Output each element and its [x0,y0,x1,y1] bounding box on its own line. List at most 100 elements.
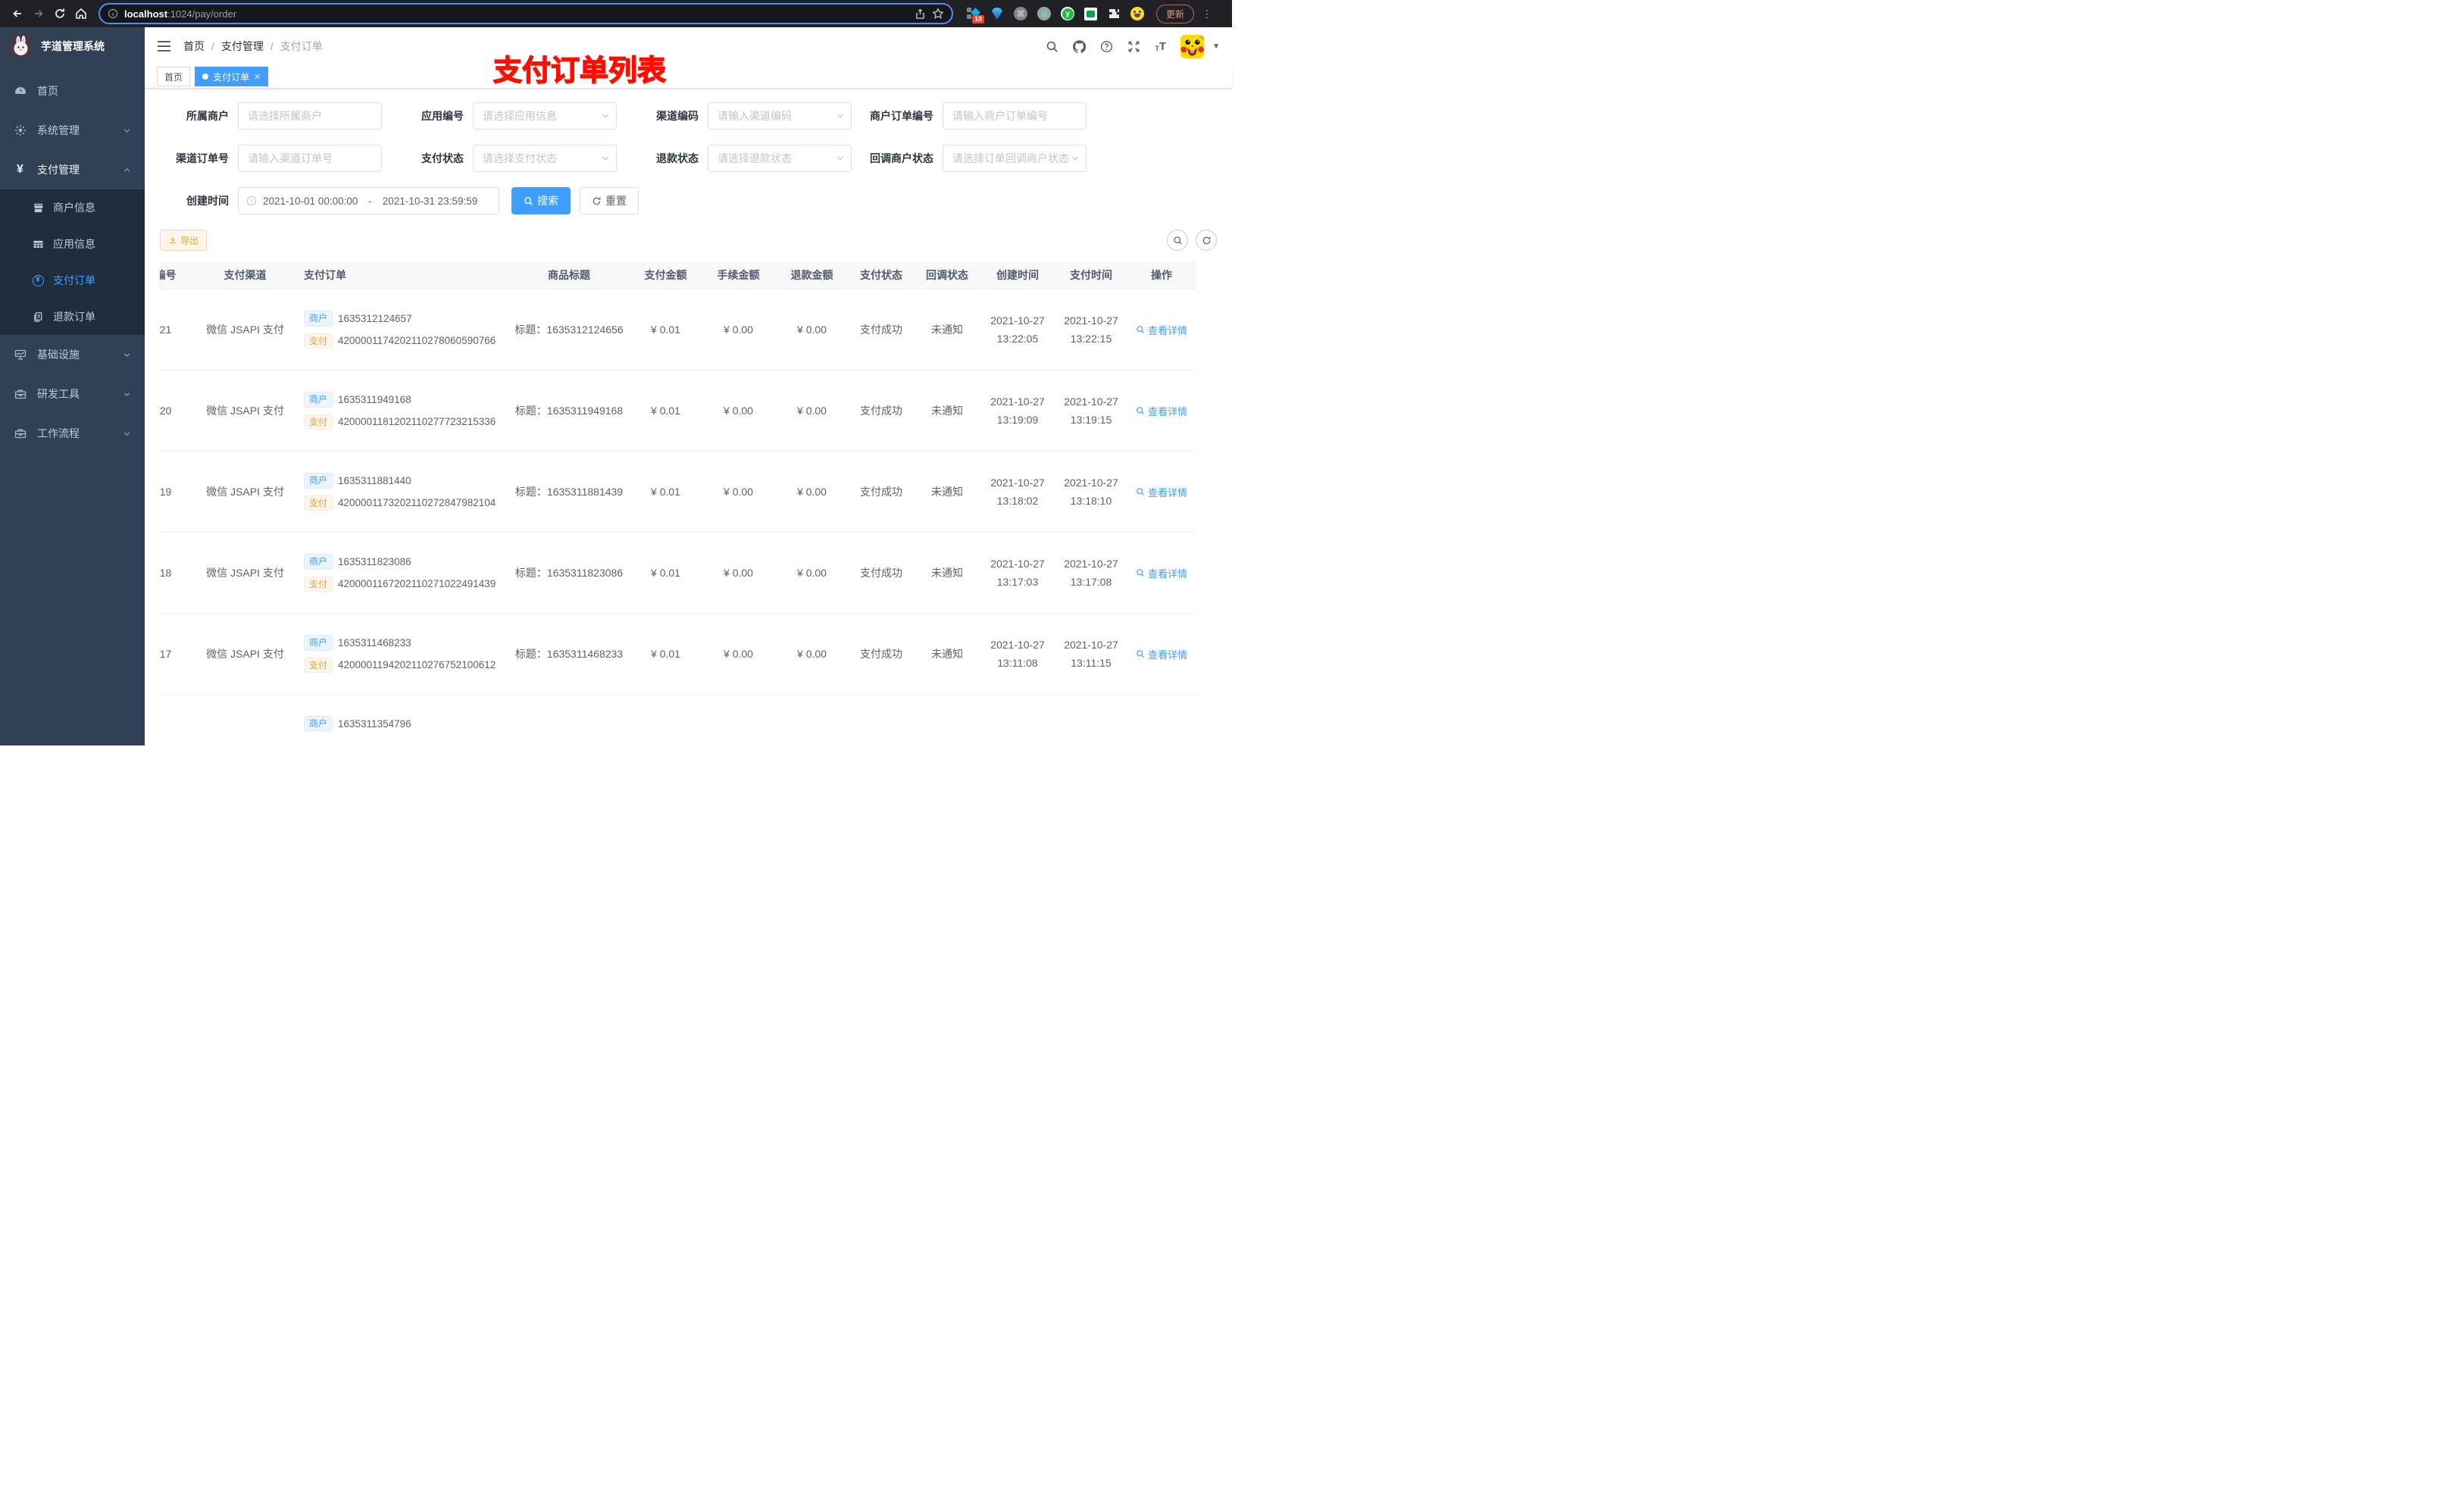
app-select-input[interactable] [473,102,617,130]
url-text[interactable]: localhost:1024/pay/order [124,8,908,20]
filter-app-no: 应用编号 [395,102,630,130]
github-icon[interactable] [1073,39,1087,53]
notify-status-select[interactable] [943,145,1087,172]
profile-emoji-icon[interactable] [1130,7,1144,20]
sidebar-item-dev-tools[interactable]: 研发工具 [0,374,145,414]
notify-status: 未通知 [931,405,963,417]
notify-status: 未通知 [931,648,963,660]
y-extension-icon[interactable]: y [1061,7,1074,20]
pay-status: 支付成功 [860,405,902,417]
command-extension-icon[interactable]: ⌘ [1014,7,1027,20]
app-logo-row[interactable]: 芋道管理系统 [0,27,145,65]
sidebar-collapse-icon[interactable] [157,40,171,52]
tab-groups-extension-icon[interactable]: 10 [967,7,984,23]
sidebar-item-infrastructure[interactable]: 基础设施 [0,335,145,374]
user-avatar[interactable] [1180,34,1205,58]
date-range-picker[interactable]: 2021-10-01 00:00:00 - 2021-10-31 23:59:5… [238,187,499,214]
search-icon [1173,236,1182,245]
merchant-select-input[interactable] [238,102,382,130]
table-row: 21 微信 JSAPI 支付 商户 1635312124657 支付 42000… [160,289,1196,370]
view-detail-link[interactable]: 查看详情 [1136,485,1187,499]
merchant-order-no: 1635311468233 [338,636,411,649]
search-icon [1137,326,1144,333]
channel-pay-no: 4200001173202110272847982104 [338,497,496,509]
view-detail-link[interactable]: 查看详情 [1136,566,1187,580]
browser-home-button[interactable] [71,4,91,23]
clock-icon [246,195,257,206]
sidebar-item-merchant-info[interactable]: 商户信息 [0,189,145,226]
tab-pay-order[interactable]: 支付订单 ✕ [195,67,269,86]
filter-row-1: 所属商户 应用编号 渠道编码 商户订单编号 [160,102,1217,130]
channel-code-input[interactable] [708,102,852,130]
sidebar-item-app-info[interactable]: 应用信息 [0,226,145,262]
pay-order-cell: 商户 1635311881440 支付 42000011732021102728… [296,466,508,517]
view-detail-link[interactable]: 查看详情 [1136,647,1187,661]
search-button[interactable]: 搜索 [511,187,571,214]
status-dot-extension-icon[interactable] [1037,7,1051,20]
pay-amount: ¥ 0.01 [651,324,680,336]
notify-status: 未通知 [931,486,963,498]
browser-menu-icon[interactable]: ⋮ [1202,8,1212,20]
chevron-down-icon [124,431,130,436]
refund-amount: ¥ 0.00 [797,486,827,498]
channel-pay-no: 4200001167202110271022491439 [338,578,496,590]
pay-amount: ¥ 0.01 [651,486,680,498]
refund-status-select[interactable] [708,145,852,172]
tab-home[interactable]: 首页 [157,67,191,86]
sidebar-item-system[interactable]: 系统管理 [0,111,145,150]
pay-tag: 支付 [304,657,333,673]
help-icon[interactable] [1100,40,1113,53]
table-row-partial: 商户 1635311354796 [160,695,1196,746]
fee-amount: ¥ 0.00 [724,486,753,498]
avatar-caret-icon[interactable]: ▼ [1212,42,1220,51]
pay-time: 2021-10-27 13:17:08 [1064,557,1118,589]
breadcrumb-home[interactable]: 首页 [183,39,205,54]
channel-order-no-input[interactable] [238,145,382,172]
view-detail-link[interactable]: 查看详情 [1136,404,1187,418]
browser-back-button[interactable] [8,4,27,23]
reset-button[interactable]: 重置 [580,187,639,214]
url-bar[interactable]: localhost:1024/pay/order [98,3,953,24]
sidebar-item-pay-order[interactable]: ¥ 支付订单 [0,262,145,299]
header-search-icon[interactable] [1046,40,1058,53]
bookmark-star-icon[interactable] [932,8,944,20]
document-copy-icon [32,311,44,323]
pay-status-select[interactable] [473,145,617,172]
pay-channel: 微信 JSAPI 支付 [206,486,284,498]
export-button[interactable]: 导出 [160,230,208,251]
product-title: 标题：1635311949168 [514,405,624,417]
site-info-icon[interactable] [108,8,118,19]
pay-tag: 支付 [304,495,333,511]
create-time: 2021-10-27 13:19:09 [990,395,1045,427]
tags-view-bar: 首页 支付订单 ✕ [145,65,1232,89]
table-option-buttons [1167,230,1217,251]
chevron-down-icon [124,352,130,357]
breadcrumb-payment[interactable]: 支付管理 [221,39,264,54]
sidebar-item-payment[interactable]: ¥ 支付管理 [0,150,145,189]
table-row: 19 微信 JSAPI 支付 商户 1635311881440 支付 42000… [160,452,1196,533]
merchant-order-no-input[interactable] [943,102,1087,130]
fullscreen-icon[interactable] [1127,40,1140,53]
sidebar-item-refund-order[interactable]: 退款订单 [0,299,145,335]
refresh-table-button[interactable] [1196,230,1217,251]
balloon-extension-icon[interactable] [990,7,1004,20]
pay-amount: ¥ 0.01 [651,648,680,660]
refund-amount: ¥ 0.00 [797,648,827,660]
view-detail-link[interactable]: 查看详情 [1136,323,1187,337]
create-time: 2021-10-27 13:11:08 [990,638,1045,670]
create-time: 2021-10-27 13:17:03 [990,557,1045,589]
browser-reload-button[interactable] [50,4,70,23]
order-id: 20 [160,405,172,417]
close-tab-icon[interactable]: ✕ [254,72,261,82]
sidebar-item-home[interactable]: 首页 [0,71,145,111]
chat-extension-icon[interactable] [1084,7,1097,20]
toggle-search-button[interactable] [1167,230,1188,251]
create-time: 2021-10-27 13:18:02 [990,476,1045,508]
browser-forward-button[interactable] [29,4,48,23]
browser-update-button[interactable]: 更新 [1156,4,1195,23]
sidebar-item-workflow[interactable]: 工作流程 [0,414,145,453]
font-size-icon[interactable]: TT [1155,41,1166,52]
share-icon[interactable] [915,8,926,20]
chevron-up-icon [124,167,130,172]
extensions-puzzle-icon[interactable] [1107,7,1121,20]
